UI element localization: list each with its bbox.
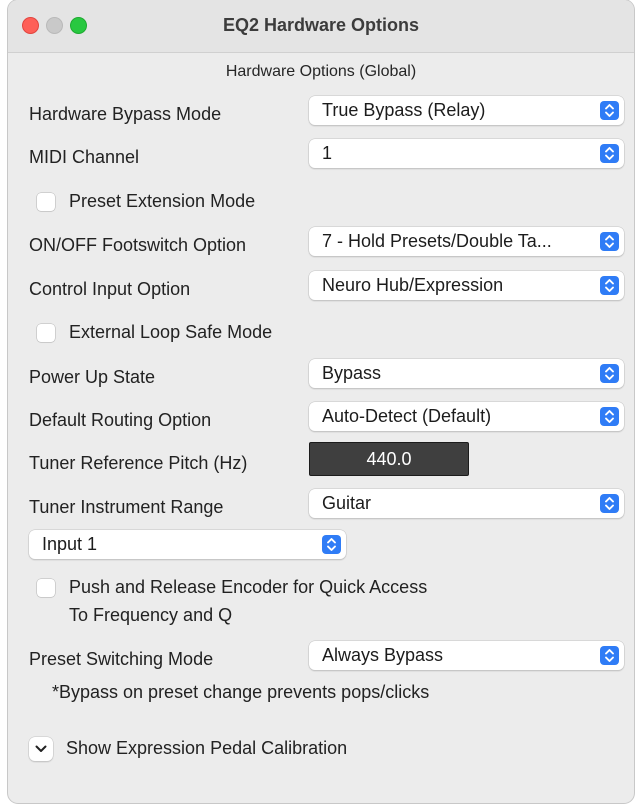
hardware-options-window: EQ2 Hardware Options Hardware Options (G…: [8, 0, 634, 803]
routing-option-value: Auto-Detect (Default): [322, 406, 492, 426]
tuner-range-stepper-icon: [600, 494, 619, 513]
input-select-value: Input 1: [42, 534, 98, 554]
external-loop-checkbox[interactable]: [37, 324, 55, 342]
preset-extension-label[interactable]: Preset Extension Mode: [69, 191, 255, 212]
midi-channel-stepper-icon: [600, 144, 619, 163]
input-select[interactable]: Input 1: [29, 530, 346, 559]
preset-extension-checkbox[interactable]: [37, 193, 55, 211]
input-select-stepper-icon: [322, 535, 341, 554]
bypass-note: *Bypass on preset change prevents pops/c…: [52, 682, 430, 702]
power-up-label: Power Up State: [29, 367, 156, 387]
window-title: EQ2 Hardware Options: [222, 15, 420, 35]
footswitch-option-label: ON/OFF Footswitch Option: [29, 235, 247, 255]
power-up-stepper-icon: [600, 364, 619, 383]
title-bar[interactable]: EQ2 Hardware Options: [8, 0, 634, 53]
footswitch-option-stepper-icon: [600, 232, 619, 251]
bypass-mode-label: Hardware Bypass Mode: [29, 104, 222, 124]
bypass-mode-value: True Bypass (Relay): [322, 100, 486, 120]
tuner-range-label: Tuner Instrument Range: [29, 497, 224, 517]
tuner-pitch-label: Tuner Reference Pitch (Hz): [29, 453, 248, 473]
routing-option-select[interactable]: Auto-Detect (Default): [309, 402, 624, 431]
bypass-mode-select[interactable]: True Bypass (Relay): [309, 96, 624, 125]
midi-channel-label: MIDI Channel: [29, 147, 140, 167]
midi-channel-select[interactable]: 1: [309, 139, 624, 168]
expression-disclosure-label[interactable]: Show Expression Pedal Calibration: [66, 738, 347, 759]
encoder-quick-access-label-line2[interactable]: To Frequency and Q: [69, 605, 232, 626]
bypass-mode-stepper-icon: [600, 101, 619, 120]
section-title: Hardware Options (Global): [225, 63, 417, 80]
control-input-stepper-icon: [600, 276, 619, 295]
footswitch-option-value: 7 - Hold Presets/Double Ta...: [322, 231, 552, 251]
routing-option-stepper-icon: [600, 407, 619, 426]
preset-switching-stepper-icon: [600, 646, 619, 665]
encoder-quick-access-label-line1[interactable]: Push and Release Encoder for Quick Acces…: [69, 577, 427, 598]
tuner-range-select[interactable]: Guitar: [309, 489, 624, 518]
midi-channel-value: 1: [322, 143, 333, 163]
control-input-value: Neuro Hub/Expression: [322, 275, 504, 295]
control-input-select[interactable]: Neuro Hub/Expression: [309, 271, 624, 300]
power-up-value: Bypass: [322, 363, 382, 383]
footswitch-option-select[interactable]: 7 - Hold Presets/Double Ta...: [309, 227, 624, 256]
power-up-select[interactable]: Bypass: [309, 359, 624, 388]
tuner-range-value: Guitar: [322, 493, 372, 513]
encoder-quick-access-checkbox[interactable]: [37, 579, 55, 597]
chevron-down-icon: [35, 745, 47, 752]
external-loop-label[interactable]: External Loop Safe Mode: [69, 322, 272, 343]
preset-switching-label: Preset Switching Mode: [29, 649, 214, 669]
control-input-label: Control Input Option: [29, 279, 191, 299]
preset-switching-select[interactable]: Always Bypass: [309, 641, 624, 670]
routing-option-label: Default Routing Option: [29, 410, 212, 430]
tuner-pitch-field[interactable]: 440.0: [309, 442, 469, 476]
preset-switching-value: Always Bypass: [322, 645, 444, 665]
expression-disclosure-button[interactable]: [29, 737, 53, 761]
